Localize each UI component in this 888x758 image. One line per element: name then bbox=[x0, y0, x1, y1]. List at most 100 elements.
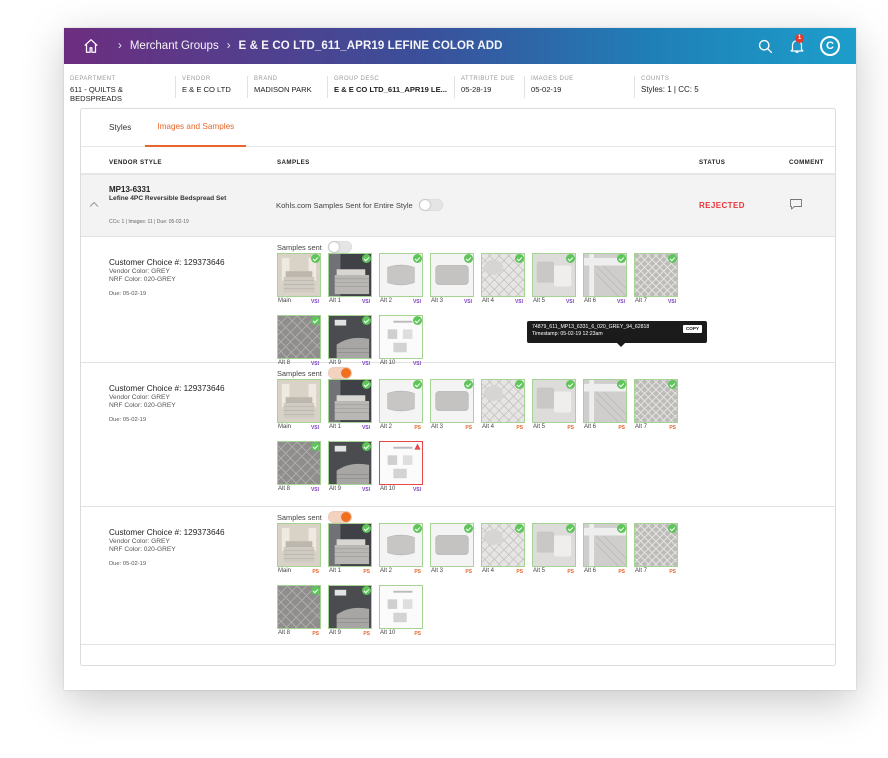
images-samples-panel: Styles Images and Samples VENDOR STYLE S… bbox=[80, 108, 836, 666]
image-thumbnail[interactable]: Alt 9 PS bbox=[328, 585, 372, 639]
meta-images-due: IMAGES DUE 05-02-19 bbox=[525, 76, 635, 98]
image-tooltip: 74879_611_MP13_6331_6_020_GREY_94_62818 … bbox=[527, 321, 707, 347]
source-tag: VSI bbox=[310, 487, 319, 493]
image-thumbnail[interactable]: Main PS bbox=[277, 523, 321, 577]
samples-sent-toggle[interactable] bbox=[327, 367, 352, 379]
image-thumbnail[interactable]: Alt 10 VSI bbox=[379, 315, 423, 369]
samples-sent-control: Samples sent bbox=[277, 367, 352, 379]
group-meta-bar: DEPARTMENT 611 - QUILTS & BEDSPREADS VEND… bbox=[64, 64, 856, 108]
thumbnail-caption: Alt 3 bbox=[431, 424, 444, 430]
image-thumbnail[interactable]: Alt 1 VSI bbox=[328, 379, 372, 433]
samples-sent-label: Samples sent bbox=[277, 512, 322, 522]
image-thumbnail[interactable]: Alt 7 VSI bbox=[634, 253, 678, 307]
image-thumbnail[interactable]: Alt 4 PS bbox=[481, 379, 525, 433]
image-thumbnail[interactable]: Alt 2 PS bbox=[379, 523, 423, 577]
image-thumbnail[interactable]: Alt 1 PS bbox=[328, 523, 372, 577]
image-thumbnail[interactable]: Alt 2 VSI bbox=[379, 253, 423, 307]
check-icon bbox=[668, 524, 677, 533]
thumbnail-caption: Alt 2 bbox=[380, 568, 393, 574]
image-thumbnail[interactable]: Alt 8 VSI bbox=[277, 441, 321, 495]
style-meta: CCs: 1 | Images: 11 | Due: 05-02-19 bbox=[109, 219, 189, 225]
tooltip-filename: 74879_611_MP13_6331_6_020_GREY_94_62818 bbox=[532, 324, 650, 330]
check-icon bbox=[311, 586, 320, 595]
image-thumbnail[interactable]: Alt 8 PS bbox=[277, 585, 321, 639]
image-thumbnail[interactable]: Alt 8 VSI bbox=[277, 315, 321, 369]
table-header: VENDOR STYLE SAMPLES STATUS COMMENT bbox=[81, 147, 835, 175]
thumbnail-caption: Alt 10 bbox=[380, 486, 396, 492]
due-date: Due: 05-02-19 bbox=[109, 561, 147, 567]
image-thumbnail[interactable]: Alt 1 VSI bbox=[328, 253, 372, 307]
tab-images-and-samples[interactable]: Images and Samples bbox=[145, 109, 247, 147]
image-thumbnail[interactable]: Alt 4 VSI bbox=[481, 253, 525, 307]
source-tag: VSI bbox=[463, 299, 472, 305]
entire-style-toggle[interactable] bbox=[418, 199, 443, 211]
col-samples: SAMPLES bbox=[277, 159, 310, 166]
customer-choice-info: Customer Choice #: 129373646 Vendor Color… bbox=[109, 258, 225, 298]
source-tag: PS bbox=[618, 425, 625, 431]
search-icon[interactable] bbox=[757, 38, 774, 55]
source-tag: PS bbox=[465, 569, 472, 575]
copy-button[interactable]: COPY bbox=[682, 325, 702, 333]
image-thumbnail[interactable]: Alt 4 PS bbox=[481, 523, 525, 577]
image-thumbnail[interactable]: Alt 6 PS bbox=[583, 523, 627, 577]
image-thumbnail[interactable]: Alt 10 VSI bbox=[379, 441, 423, 495]
thumbnail-caption: Alt 1 bbox=[329, 568, 342, 574]
image-thumbnail[interactable]: Alt 9 VSI bbox=[328, 315, 372, 369]
check-icon bbox=[362, 586, 371, 595]
image-thumbnail[interactable]: Alt 2 PS bbox=[379, 379, 423, 433]
samples-sent-toggle[interactable] bbox=[327, 511, 352, 523]
source-tag: VSI bbox=[565, 299, 574, 305]
image-thumbnail[interactable]: Alt 5 PS bbox=[532, 523, 576, 577]
image-thumbnail[interactable]: Alt 6 PS bbox=[583, 379, 627, 433]
image-thumbnail[interactable]: Alt 5 VSI bbox=[532, 253, 576, 307]
image-thumbnail[interactable]: Alt 3 VSI bbox=[430, 253, 474, 307]
comment-icon[interactable] bbox=[789, 198, 803, 210]
check-icon bbox=[311, 442, 320, 451]
notifications-button[interactable]: 1 bbox=[788, 34, 806, 55]
avatar[interactable]: C bbox=[820, 36, 840, 56]
check-icon bbox=[464, 380, 473, 389]
style-description: Lefine 4PC Reversible Bedspread Set bbox=[109, 195, 227, 202]
samples-sent-label: Samples sent bbox=[277, 242, 322, 252]
image-thumbnail[interactable]: Alt 3 PS bbox=[430, 379, 474, 433]
tab-styles[interactable]: Styles bbox=[109, 109, 131, 147]
image-thumbnail[interactable]: Alt 7 PS bbox=[634, 379, 678, 433]
source-tag: VSI bbox=[616, 299, 625, 305]
thumbnail-caption: Alt 6 bbox=[584, 568, 597, 574]
check-icon bbox=[515, 254, 524, 263]
check-icon bbox=[362, 254, 371, 263]
source-tag: VSI bbox=[412, 487, 421, 493]
source-tag: VSI bbox=[667, 299, 676, 305]
samples-sent-toggle[interactable] bbox=[327, 241, 352, 253]
thumbnail-caption: Main bbox=[278, 568, 292, 574]
vendor-color: Vendor Color: GREY bbox=[109, 268, 170, 275]
source-tag: PS bbox=[516, 569, 523, 575]
image-thumbnail[interactable]: Main VSI bbox=[277, 253, 321, 307]
image-thumbnail[interactable]: Alt 9 VSI bbox=[328, 441, 372, 495]
breadcrumb-merchant-groups[interactable]: Merchant Groups bbox=[130, 40, 219, 52]
check-icon bbox=[617, 254, 626, 263]
alert-icon bbox=[414, 443, 421, 450]
image-thumbnail[interactable]: Alt 7 PS bbox=[634, 523, 678, 577]
image-thumbnail[interactable]: Alt 10 PS bbox=[379, 585, 423, 639]
image-thumbnail[interactable]: Alt 6 VSI bbox=[583, 253, 627, 307]
customer-choice-row: Customer Choice #: 129373646 Vendor Color… bbox=[81, 237, 835, 367]
home-icon[interactable] bbox=[82, 37, 100, 55]
check-icon bbox=[362, 380, 371, 389]
thumbnail-caption: Alt 5 bbox=[533, 568, 546, 574]
tab-bar: Styles Images and Samples bbox=[81, 109, 835, 147]
image-thumbnail[interactable]: Alt 5 PS bbox=[532, 379, 576, 433]
breadcrumb-current-group: E & E CO LTD_611_APR19 LEFINE COLOR ADD bbox=[238, 40, 503, 52]
thumbnail-caption: Alt 4 bbox=[482, 298, 495, 304]
chevron-up-icon[interactable] bbox=[89, 201, 99, 207]
thumbnail-caption: Alt 8 bbox=[278, 630, 291, 636]
thumbnail-caption: Main bbox=[278, 298, 292, 304]
check-icon bbox=[362, 316, 371, 325]
image-thumbnail[interactable]: Main VSI bbox=[277, 379, 321, 433]
check-icon bbox=[566, 380, 575, 389]
thumbnail-caption: Alt 6 bbox=[584, 298, 597, 304]
source-tag: PS bbox=[465, 425, 472, 431]
breadcrumb-separator: › bbox=[226, 40, 231, 52]
image-thumbnail[interactable]: Alt 3 PS bbox=[430, 523, 474, 577]
check-icon bbox=[413, 524, 422, 533]
